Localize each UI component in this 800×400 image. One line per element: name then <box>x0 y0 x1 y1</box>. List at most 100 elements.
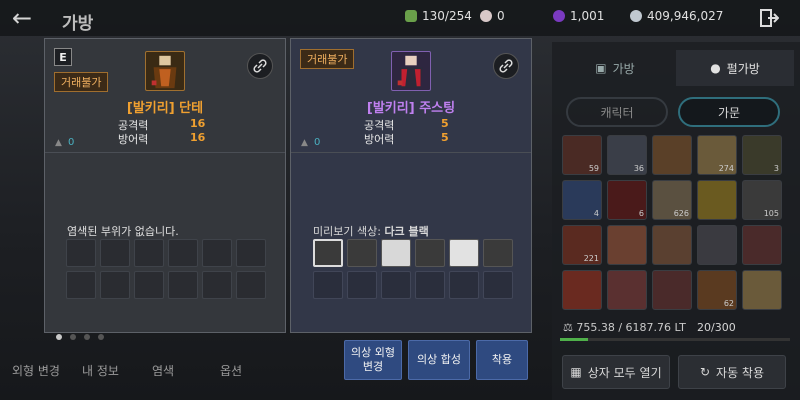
untradable-tag: 거래불가 <box>300 49 355 69</box>
inventory-slot[interactable]: 105 <box>742 180 782 220</box>
color-swatches <box>313 239 513 267</box>
silver-value: 409,946,027 <box>647 9 724 23</box>
pearl-value: 0 <box>497 9 505 23</box>
dye-slot <box>134 239 164 267</box>
inventory-slot[interactable] <box>607 270 647 310</box>
item-count: 62 <box>723 299 734 308</box>
weight-bar <box>560 338 790 341</box>
stat-value: 16 <box>190 131 206 144</box>
weight-value: 755.38 / 6187.76 LT <box>576 321 686 334</box>
exit-icon[interactable] <box>759 8 779 28</box>
inventory-slot[interactable] <box>652 225 692 265</box>
link-button[interactable] <box>247 53 273 79</box>
open-all-boxes-button[interactable]: ▦ 상자 모두 열기 <box>562 355 670 389</box>
subtab-family[interactable]: 가문 <box>678 97 780 127</box>
inventory-slot[interactable] <box>742 270 782 310</box>
inventory-slot[interactable]: 3 <box>742 135 782 175</box>
color-swatch[interactable] <box>313 239 343 267</box>
inventory-slot[interactable] <box>697 180 737 220</box>
weight-bar-fill <box>560 338 588 341</box>
inventory-slot[interactable] <box>742 225 782 265</box>
inventory-slot[interactable]: 59 <box>562 135 602 175</box>
dye-slots <box>313 271 513 299</box>
page-dot <box>70 334 76 340</box>
tab-bag[interactable]: ▣ 가방 <box>556 50 674 86</box>
preview-label-text: 미리보기 색상: <box>313 225 381 238</box>
inventory-slot[interactable]: 36 <box>607 135 647 175</box>
currency-silver: 409,946,027 <box>630 9 723 23</box>
tab-pearl-bag-label: 펄가방 <box>726 61 760 76</box>
inventory-slot[interactable] <box>562 270 602 310</box>
color-swatch[interactable] <box>483 239 513 267</box>
color-swatch[interactable] <box>347 239 377 267</box>
page-dot <box>56 334 62 340</box>
dye-slot <box>66 271 96 299</box>
color-swatch[interactable] <box>449 239 479 267</box>
color-swatch[interactable] <box>415 239 445 267</box>
tab-my-info[interactable]: 내 정보 <box>82 362 119 379</box>
tab-dye[interactable]: 염색 <box>152 362 174 379</box>
inventory-slot[interactable]: 221 <box>562 225 602 265</box>
stat-value: 16 <box>190 117 206 130</box>
inventory-slot[interactable]: 6 <box>607 180 647 220</box>
auto-equip-button[interactable]: ↻ 자동 착용 <box>678 355 786 389</box>
dye-slot <box>449 271 479 299</box>
inventory-slot[interactable]: 626 <box>652 180 692 220</box>
dye-slot <box>202 239 232 267</box>
costume-portrait-icon <box>145 51 185 91</box>
gem-value: 1,001 <box>570 9 605 23</box>
purple-gem-icon <box>553 10 565 22</box>
inventory-slot[interactable]: 62 <box>697 270 737 310</box>
dye-slot <box>168 239 198 267</box>
dye-slot <box>483 271 513 299</box>
subtab-character[interactable]: 캐릭터 <box>566 97 668 127</box>
inventory-slot[interactable]: 4 <box>562 180 602 220</box>
inventory-slot[interactable] <box>607 225 647 265</box>
item-count: 3 <box>773 164 779 173</box>
silver-coin-icon <box>630 10 642 22</box>
link-icon <box>253 59 267 73</box>
color-swatch[interactable] <box>381 239 411 267</box>
dye-slot <box>202 271 232 299</box>
equip-button[interactable]: 착용 <box>476 340 528 380</box>
stat-value: 5 <box>441 117 449 130</box>
item-count: 6 <box>638 209 644 218</box>
slot-count: 20/300 <box>697 321 736 334</box>
tab-pearl-bag[interactable]: ● 펄가방 <box>676 50 794 86</box>
inventory-slot[interactable] <box>652 135 692 175</box>
weight-icon: ▲ <box>301 138 308 148</box>
weight-readout: ⚖ 755.38 / 6187.76 LT <box>563 321 686 334</box>
top-bar: ← 가방 130/254 0 1,001 409,946,027 <box>0 0 800 36</box>
box-icon: ▦ <box>570 365 582 379</box>
dye-slot <box>100 239 130 267</box>
currency-capacity: 130/254 <box>405 9 472 23</box>
stat-value: 5 <box>441 131 449 144</box>
appearance-change-button[interactable]: 의상 외형 변경 <box>344 340 402 380</box>
dye-slot <box>168 271 198 299</box>
inventory-slot[interactable]: 274 <box>697 135 737 175</box>
dye-slot <box>134 271 164 299</box>
tab-options[interactable]: 옵션 <box>220 362 242 379</box>
item-count: 4 <box>593 209 599 218</box>
page-indicator <box>56 334 104 340</box>
item-header: 거래불가 [발키리] 주스팅 공격력 5 방어력 5 ▲ 0 <box>291 39 531 153</box>
inventory-slot[interactable] <box>697 225 737 265</box>
pearl-icon <box>480 10 492 22</box>
no-dye-message: 염색된 부위가 없습니다. <box>67 225 179 238</box>
link-button[interactable] <box>493 53 519 79</box>
item-count: 274 <box>718 164 734 173</box>
inventory-slot[interactable] <box>652 270 692 310</box>
synthesis-button[interactable]: 의상 합성 <box>408 340 470 380</box>
weight-icon: ⚖ <box>563 321 577 334</box>
open-all-label: 상자 모두 열기 <box>587 365 662 380</box>
untradable-tag: 거래불가 <box>54 72 109 92</box>
selected-item-tooltip: 거래불가 [발키리] 주스팅 공격력 5 방어력 5 ▲ 0 미리보기 색상: … <box>290 38 532 333</box>
dye-slot <box>66 239 96 267</box>
preview-color-label: 미리보기 색상: 다크 블랙 <box>313 223 429 239</box>
dye-slot <box>381 271 411 299</box>
back-arrow-icon[interactable]: ← <box>12 6 32 30</box>
link-icon <box>499 59 513 73</box>
tab-appearance[interactable]: 외형 변경 <box>12 362 60 379</box>
item-weight: 0 <box>68 137 75 148</box>
tab-bag-label: 가방 <box>612 61 635 76</box>
